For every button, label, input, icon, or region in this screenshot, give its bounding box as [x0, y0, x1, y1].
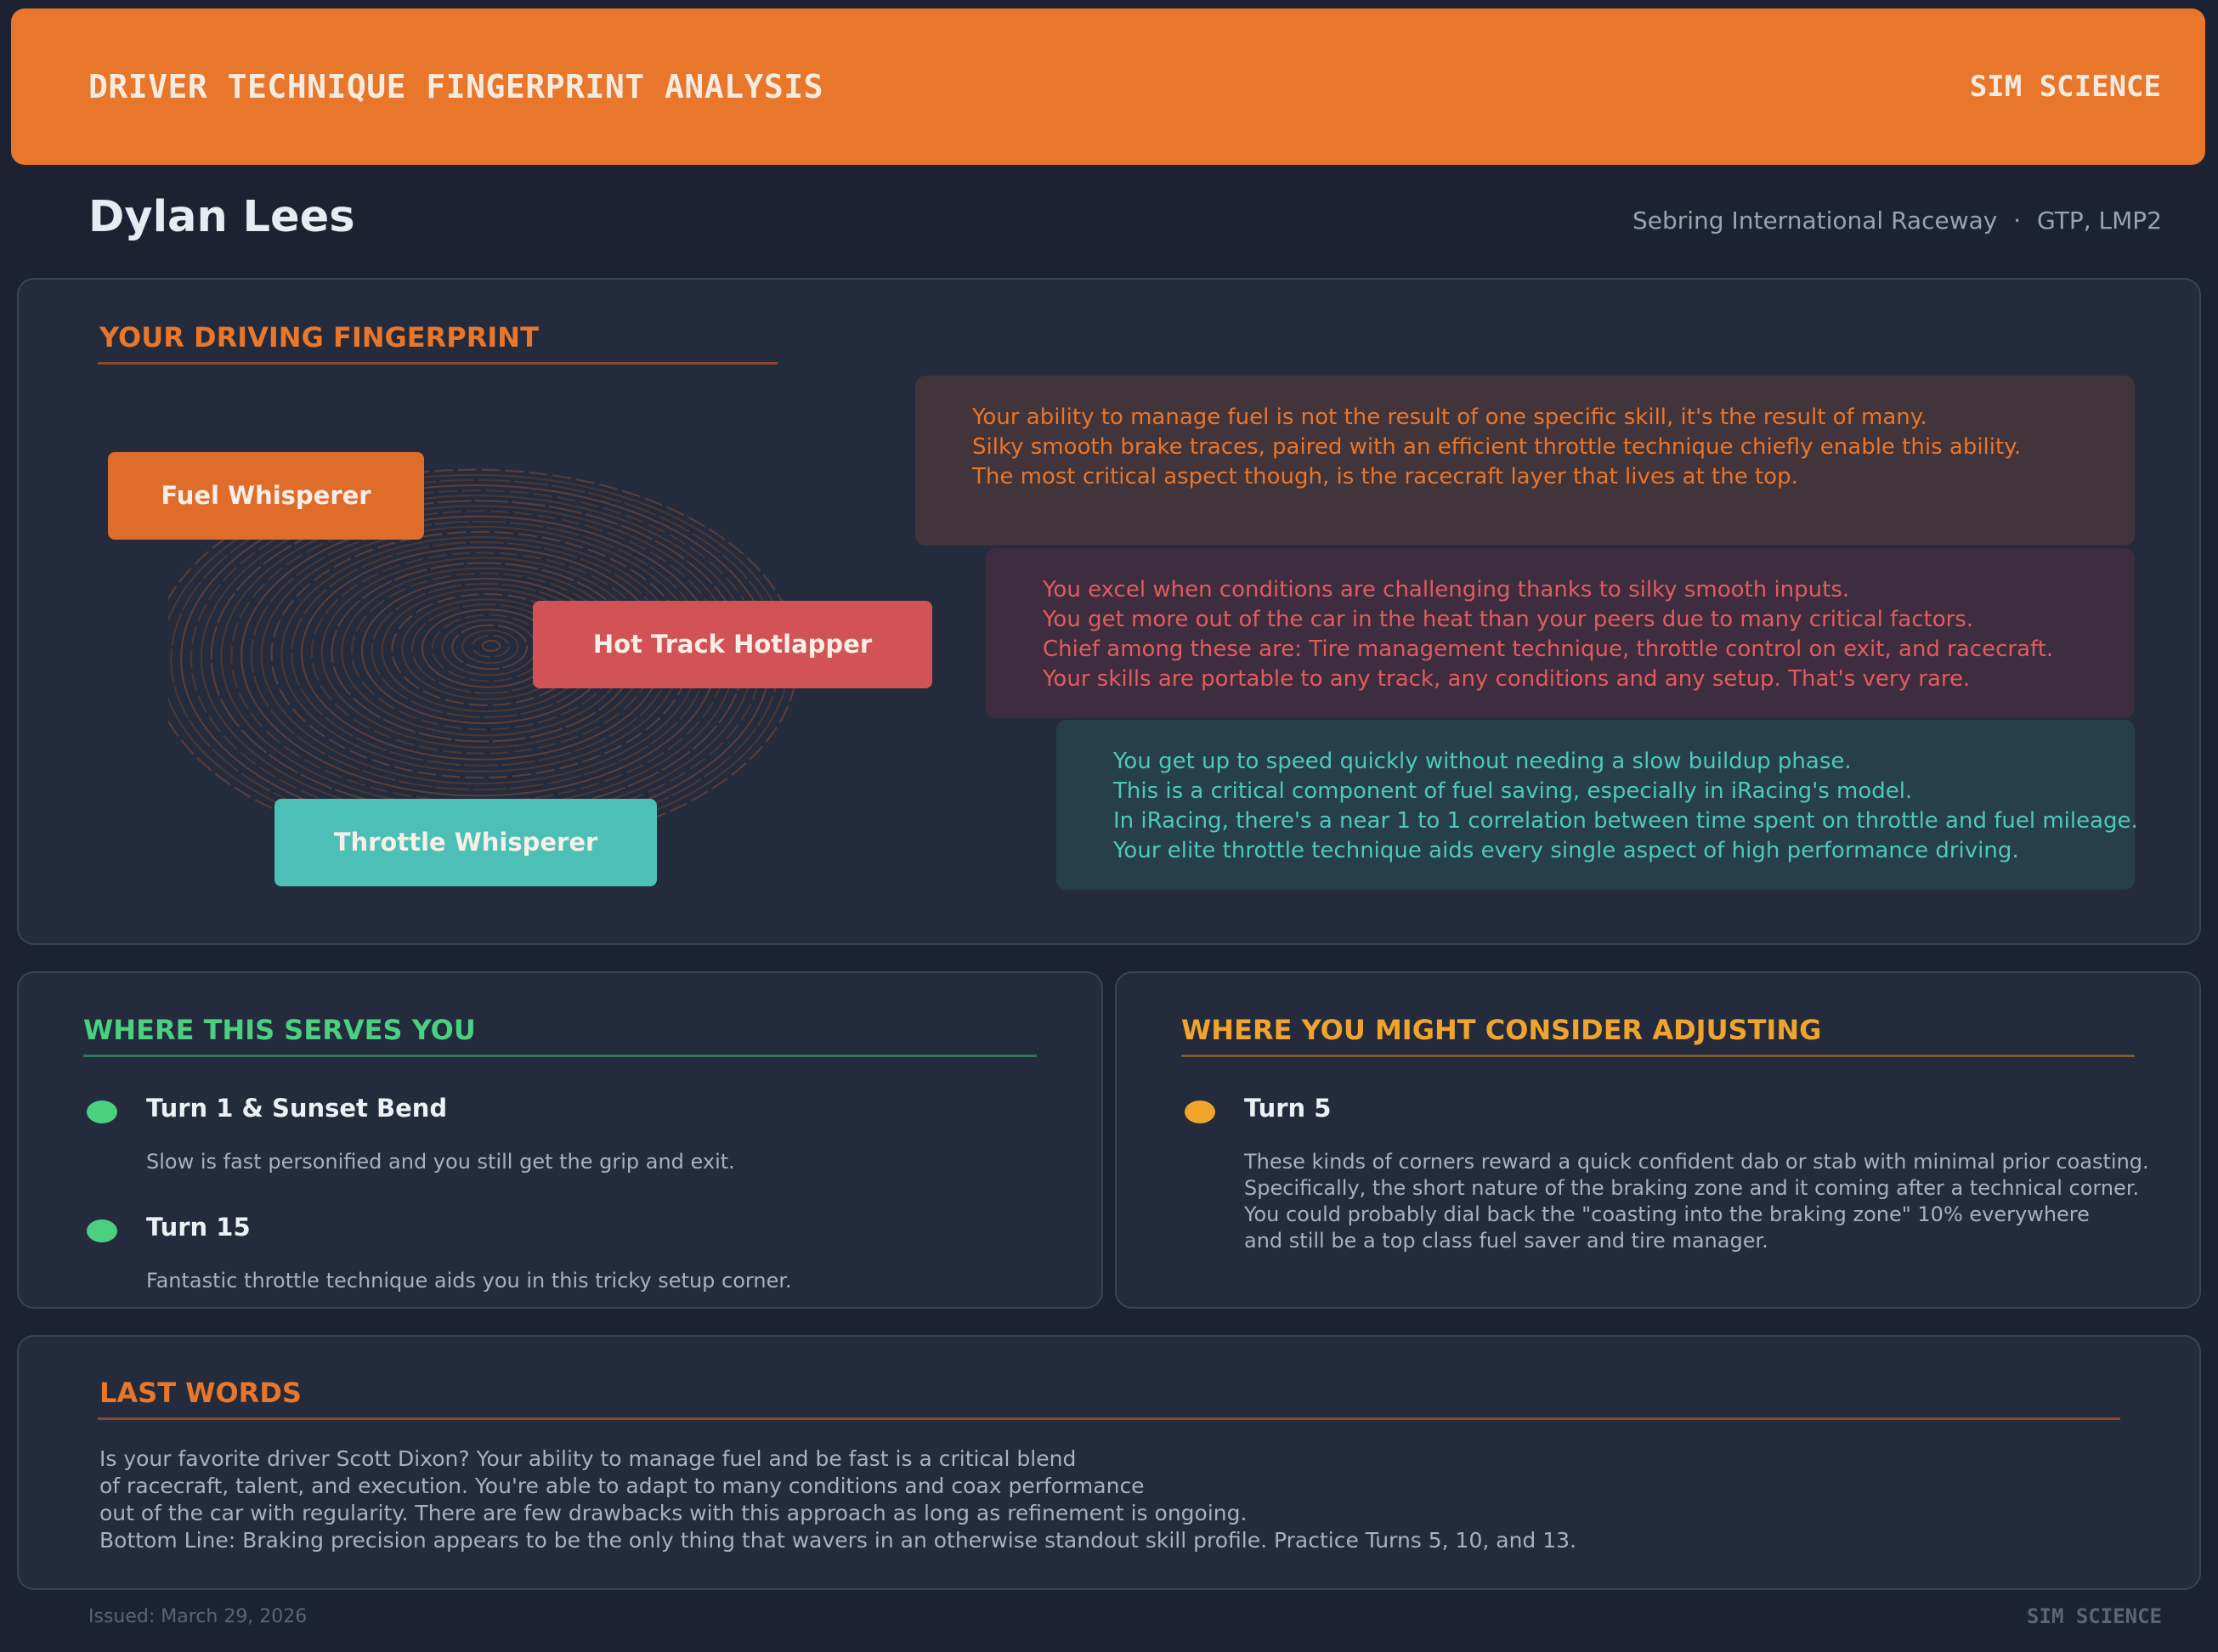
driver-name: Dylan Lees	[88, 192, 355, 242]
callout-line: This is a critical component of fuel sav…	[1113, 778, 1913, 804]
adjustment-bullet	[1185, 1100, 1215, 1123]
callout-line: Your ability to manage fuel is not the r…	[972, 405, 1927, 430]
adjustment-desc: These kinds of corners reward a quick co…	[1244, 1149, 2149, 1254]
callout-line: You excel when conditions are challengin…	[1043, 577, 1850, 603]
adjustment-desc-line: You could probably dial back the "coasti…	[1244, 1202, 2090, 1226]
fingerprint-heading-rule	[98, 362, 778, 365]
adjustments-heading-rule	[1181, 1055, 2135, 1057]
car-classes: GTP, LMP2	[2037, 206, 2162, 235]
strengths-heading-rule	[83, 1055, 1037, 1057]
callout-fuel: Your ability to manage fuel is not the r…	[915, 376, 2135, 546]
callout-throttle: You get up to speed quickly without need…	[1056, 720, 2138, 890]
last-words-line: Is your favorite driver Scott Dixon? You…	[99, 1446, 1077, 1471]
strength-desc: Slow is fast personified and you still g…	[146, 1149, 735, 1175]
last-words-heading: LAST WORDS	[99, 1377, 302, 1409]
callout-line: Chief among these are: Tire management t…	[1043, 636, 2054, 662]
strength-title: Turn 1 & Sunset Bend	[146, 1094, 448, 1123]
brand-logo: SIM SCIENCE	[1969, 70, 2161, 104]
callout-line: The most critical aspect though, is the …	[972, 464, 1798, 489]
last-words-line: Bottom Line: Braking precision appears t…	[99, 1528, 1577, 1553]
strength-desc-line: Slow is fast personified and you still g…	[146, 1150, 735, 1174]
callout-line: You get up to speed quickly without need…	[1113, 749, 1852, 774]
strength-bullet	[87, 1219, 117, 1242]
last-words-heading-rule	[98, 1417, 2120, 1420]
strength-title: Turn 15	[146, 1213, 251, 1242]
footer-brand: SIM SCIENCE	[2027, 1604, 2162, 1628]
strength-bullet	[87, 1100, 117, 1123]
tag-fuel-whisperer: Fuel Whisperer	[108, 452, 424, 540]
callout-line: Your elite throttle technique aids every…	[1113, 838, 2019, 863]
adjustment-desc-line: These kinds of corners reward a quick co…	[1244, 1150, 2149, 1174]
last-words-line: of racecraft, talent, and execution. You…	[99, 1474, 1145, 1498]
callout-line: In iRacing, there's a near 1 to 1 correl…	[1113, 808, 2138, 834]
issued-date: Issued: March 29, 2026	[88, 1606, 308, 1627]
callout-line: Your skills are portable to any track, a…	[1043, 666, 1971, 692]
adjustments-heading: WHERE YOU MIGHT CONSIDER ADJUSTING	[1181, 1014, 1822, 1046]
header-banner: DRIVER TECHNIQUE FINGERPRINT ANALYSIS SI…	[11, 8, 2205, 165]
adjustment-desc-line: Specifically, the short nature of the br…	[1244, 1176, 2140, 1200]
strength-desc-line: Fantastic throttle technique aids you in…	[146, 1269, 792, 1293]
meta-separator: ·	[2013, 206, 2022, 235]
strengths-heading: WHERE THIS SERVES YOU	[83, 1014, 476, 1046]
session-info: Sebring International Raceway · GTP, LMP…	[1632, 206, 2162, 235]
strength-desc: Fantastic throttle technique aids you in…	[146, 1268, 792, 1294]
last-words-line: out of the car with regularity. There ar…	[99, 1501, 1248, 1525]
track-name: Sebring International Raceway	[1632, 206, 1998, 235]
callout-hot-track: You excel when conditions are challengin…	[986, 548, 2135, 718]
report-title: DRIVER TECHNIQUE FINGERPRINT ANALYSIS	[88, 68, 823, 105]
adjustment-title: Turn 5	[1244, 1094, 1332, 1123]
fingerprint-heading: YOUR DRIVING FINGERPRINT	[99, 321, 539, 354]
tag-hot-track-hotlapper: Hot Track Hotlapper	[533, 601, 932, 688]
fingerprint-ring	[471, 634, 510, 659]
callout-line: Silky smooth brake traces, paired with a…	[972, 434, 2022, 460]
fingerprint-ring	[441, 619, 537, 676]
adjustment-desc-line: and still be a top class fuel saver and …	[1244, 1229, 1768, 1253]
callout-line: You get more out of the car in the heat …	[1043, 607, 1974, 632]
tag-throttle-whisperer: Throttle Whisperer	[274, 799, 657, 886]
last-words-text: Is your favorite driver Scott Dixon? You…	[99, 1446, 1576, 1554]
fingerprint-ring	[481, 639, 501, 653]
